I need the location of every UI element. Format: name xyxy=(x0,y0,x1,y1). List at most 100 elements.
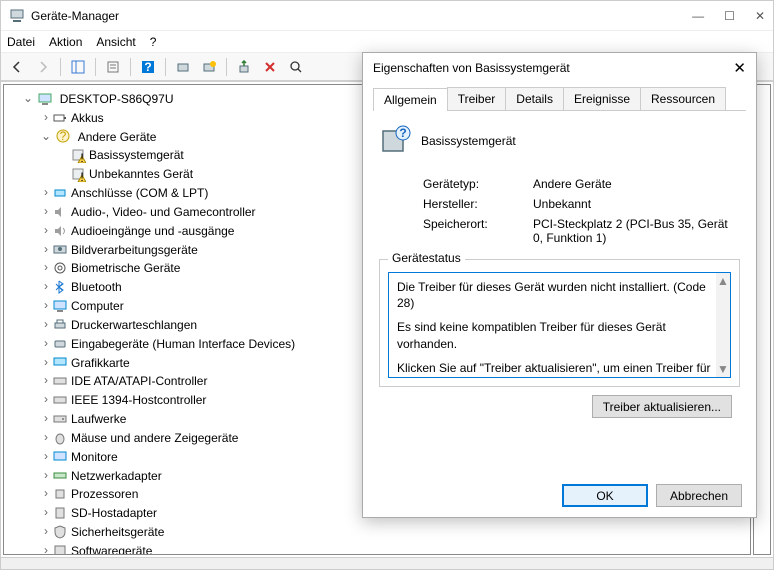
tree-item[interactable]: Bildverarbeitungsgeräte xyxy=(71,242,198,256)
expander-icon[interactable]: › xyxy=(40,108,52,126)
forward-button[interactable] xyxy=(31,56,55,78)
menu-view[interactable]: Ansicht xyxy=(96,35,135,49)
tree-item[interactable]: Audioeingänge und -ausgänge xyxy=(71,224,234,238)
tree-item[interactable]: Akkus xyxy=(71,111,104,125)
window-title: Geräte-Manager xyxy=(31,9,692,23)
help-button[interactable]: ? xyxy=(136,56,160,78)
ok-button[interactable]: OK xyxy=(562,484,648,507)
tab-details[interactable]: Details xyxy=(505,87,564,110)
tree-item[interactable]: Druckerwarteschlangen xyxy=(71,318,197,332)
svg-text:!: ! xyxy=(80,170,83,182)
tree-item[interactable]: Andere Geräte xyxy=(78,129,157,143)
location-label: Speicherort: xyxy=(423,217,533,245)
device-status-legend: Gerätestatus xyxy=(388,251,465,265)
tree-item[interactable]: Laufwerke xyxy=(71,412,126,426)
status-line: Die Treiber für dieses Gerät wurden nich… xyxy=(397,279,722,311)
audio-io-icon xyxy=(52,223,68,239)
tree-item[interactable]: Computer xyxy=(71,299,124,313)
menu-help[interactable]: ? xyxy=(150,35,157,49)
tree-item[interactable]: Grafikkarte xyxy=(71,355,130,369)
scroll-down-icon[interactable]: ▼ xyxy=(717,361,729,377)
menubar: Datei Aktion Ansicht ? xyxy=(1,31,773,53)
expander-icon[interactable]: › xyxy=(40,466,52,484)
show-hide-tree-button[interactable] xyxy=(66,56,90,78)
processor-icon xyxy=(52,486,68,502)
uninstall-device-button[interactable] xyxy=(258,56,282,78)
expander-icon[interactable]: › xyxy=(40,334,52,352)
cancel-button[interactable]: Abbrechen xyxy=(656,484,742,507)
expander-icon[interactable]: › xyxy=(40,258,52,276)
menu-file[interactable]: Datei xyxy=(7,35,35,49)
expander-icon[interactable]: › xyxy=(40,409,52,427)
tree-item[interactable]: Prozessoren xyxy=(71,487,138,501)
expander-icon[interactable]: › xyxy=(40,221,52,239)
update-driver-button[interactable] xyxy=(232,56,256,78)
scan-hardware-changes-button[interactable] xyxy=(197,56,221,78)
tree-item[interactable]: IDE ATA/ATAPI-Controller xyxy=(71,374,207,388)
menu-action[interactable]: Aktion xyxy=(49,35,82,49)
tab-events[interactable]: Ereignisse xyxy=(563,87,641,110)
dialog-footer: OK Abbrechen xyxy=(363,474,756,517)
expander-icon[interactable]: › xyxy=(40,484,52,502)
maximize-button[interactable]: ☐ xyxy=(724,9,735,23)
scroll-up-icon[interactable]: ▲ xyxy=(717,273,729,289)
expander-icon[interactable]: › xyxy=(40,202,52,220)
scan-hardware-button[interactable] xyxy=(171,56,195,78)
tree-item[interactable]: Biometrische Geräte xyxy=(71,261,180,275)
toolbar-separator xyxy=(95,58,96,76)
tab-general[interactable]: Allgemein xyxy=(373,88,448,111)
expander-icon[interactable]: › xyxy=(40,522,52,540)
disk-drive-icon xyxy=(52,411,68,427)
tree-item[interactable]: Softwaregeräte xyxy=(71,544,152,555)
ide-controller-icon xyxy=(52,373,68,389)
expander-icon[interactable]: › xyxy=(40,277,52,295)
refresh-button[interactable] xyxy=(284,56,308,78)
tree-item[interactable]: Unbekanntes Gerät xyxy=(89,167,193,181)
tree-item[interactable]: SD-Hostadapter xyxy=(71,506,157,520)
tree-item[interactable]: Bluetooth xyxy=(71,280,122,294)
tab-body-general: ? Basissystemgerät Gerätetyp: Andere Ger… xyxy=(363,111,756,474)
location-value: PCI-Steckplatz 2 (PCI-Bus 35, Gerät 0, F… xyxy=(533,217,740,245)
device-status-text[interactable]: Die Treiber für dieses Gerät wurden nich… xyxy=(388,272,731,378)
tree-root[interactable]: DESKTOP-S86Q97U xyxy=(60,92,174,106)
computer-icon xyxy=(52,298,68,314)
device-status-group: Gerätestatus Die Treiber für dieses Gerä… xyxy=(379,259,740,387)
expander-icon[interactable]: › xyxy=(40,390,52,408)
expander-icon[interactable]: › xyxy=(40,428,52,446)
expander-icon[interactable]: › xyxy=(40,240,52,258)
statusbar xyxy=(1,557,773,569)
tree-item[interactable]: Eingabegeräte (Human Interface Devices) xyxy=(71,337,295,351)
expander-icon[interactable]: › xyxy=(40,541,52,555)
tab-resources[interactable]: Ressourcen xyxy=(640,87,726,110)
tree-item[interactable]: IEEE 1394-Hostcontroller xyxy=(71,393,206,407)
warning-device-icon: ! xyxy=(70,166,86,182)
expander-icon[interactable]: › xyxy=(40,503,52,521)
scrollbar[interactable]: ▲▼ xyxy=(716,273,730,377)
expander-icon[interactable]: › xyxy=(40,353,52,371)
update-driver-button[interactable]: Treiber aktualisieren... xyxy=(592,395,732,418)
tree-item[interactable]: Anschlüsse (COM & LPT) xyxy=(71,186,208,200)
expander-icon[interactable]: › xyxy=(40,447,52,465)
tree-item[interactable]: Sicherheitsgeräte xyxy=(71,525,164,539)
tab-driver[interactable]: Treiber xyxy=(447,87,507,110)
tree-item[interactable]: Mäuse und andere Zeigegeräte xyxy=(71,431,238,445)
tree-item[interactable]: Monitore xyxy=(71,450,118,464)
expander-icon[interactable]: ⌄ xyxy=(22,89,34,107)
hid-icon xyxy=(52,336,68,352)
properties-button[interactable] xyxy=(101,56,125,78)
svg-text:?: ? xyxy=(60,129,67,143)
expander-icon[interactable]: › xyxy=(40,315,52,333)
expander-icon[interactable]: › xyxy=(40,296,52,314)
expander-icon[interactable]: ⌄ xyxy=(40,127,52,145)
svg-text:?: ? xyxy=(399,126,406,140)
tree-item-basissystem[interactable]: Basissystemgerät xyxy=(89,148,184,162)
tree-item[interactable]: Audio-, Video- und Gamecontroller xyxy=(71,205,256,219)
expander-icon[interactable]: › xyxy=(40,371,52,389)
minimize-button[interactable]: — xyxy=(692,9,704,23)
back-button[interactable] xyxy=(5,56,29,78)
printer-icon xyxy=(52,317,68,333)
close-button[interactable]: ✕ xyxy=(755,9,765,23)
dialog-close-button[interactable]: ✕ xyxy=(733,59,746,77)
tree-item[interactable]: Netzwerkadapter xyxy=(71,468,162,482)
expander-icon[interactable]: › xyxy=(40,183,52,201)
